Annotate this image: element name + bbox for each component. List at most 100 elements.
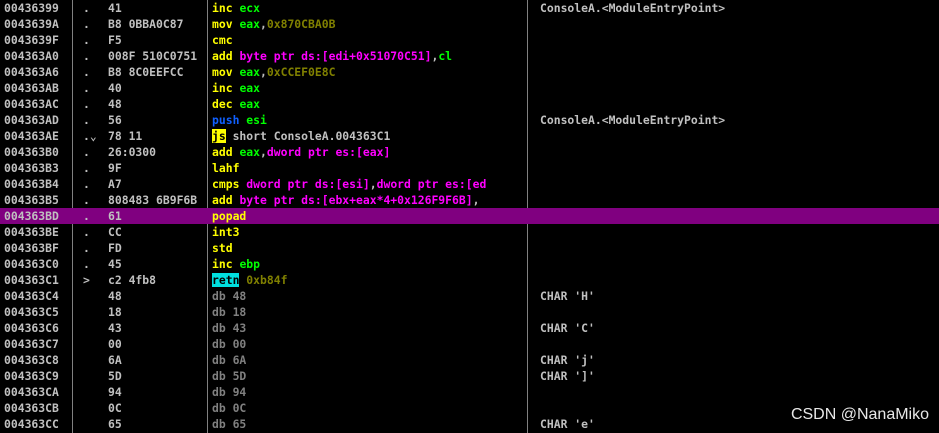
disassembly-row[interactable]: 00436399. 41 inc ecx ConsoleA.<ModuleEntryP…	[0, 0, 939, 16]
disassembly-row[interactable]: 004363BE. CC int3	[0, 224, 939, 240]
operand: ,	[260, 145, 267, 159]
hex-bytes-cell: 0C	[108, 401, 122, 415]
hex-bytes-cell: 18	[108, 305, 122, 319]
jump-marker: .	[83, 193, 90, 207]
disassembly-row[interactable]: 004363B5. 808483 6B9F6B add byte ptr ds:[e…	[0, 192, 939, 208]
mnemonic: popad	[212, 209, 247, 223]
operand: short ConsoleA.004363C1	[232, 129, 391, 143]
comment-cell: CHAR 'H'	[540, 289, 595, 303]
hex-bytes-cell: 61	[108, 209, 122, 223]
hex-bytes-cell: B8 0BBA0C87	[108, 17, 184, 31]
mnemonic: cmps	[212, 177, 240, 191]
hex-bytes-cell: 808483 6B9F6B	[108, 193, 198, 207]
disassembly-row[interactable]: 004363B0. 26:0300 add eax,dword ptr es:[ea…	[0, 144, 939, 160]
disassembly-row[interactable]: 004363AB. 40 inc eax	[0, 80, 939, 96]
jump-marker: .	[83, 17, 90, 31]
address-cell: 004363A6	[4, 65, 59, 79]
disassembly-row[interactable]: 004363C4 48 db 48 CHAR 'H'	[0, 288, 939, 304]
disassembly-pane[interactable]: 00436399. 41 inc ecx ConsoleA.<ModuleEntryP…	[0, 0, 939, 433]
address-cell: 004363C4	[4, 289, 59, 303]
operand: ,	[260, 17, 267, 31]
address-cell: 004363AD	[4, 113, 59, 127]
operand-spacer	[226, 321, 233, 335]
hex-bytes-cell: 6A	[108, 353, 122, 367]
disassembly-row[interactable]: 004363C0. 45 inc ebp	[0, 256, 939, 272]
operand: eax	[239, 17, 261, 31]
disassembly-row-selected[interactable]: 004363BD. 61 popad	[0, 208, 939, 224]
operand: dword ptr es:[ed	[376, 177, 487, 191]
address-cell: 004363CC	[4, 417, 59, 431]
operand: 0xb84f	[246, 273, 288, 287]
mnemonic: db	[212, 385, 226, 399]
disassembly-row[interactable]: 004363C8 6A db 6A CHAR 'j'	[0, 352, 939, 368]
disassembly-cell: db 18	[212, 304, 527, 320]
disassembly-cell: popad	[212, 208, 527, 224]
operand: ,	[260, 65, 267, 79]
jump-marker: >	[83, 273, 90, 287]
address-cell: 004363BD	[4, 209, 59, 223]
operand: 0C	[232, 401, 247, 415]
disassembly-row[interactable]: 004363AD. 56 push esi ConsoleA.<ModuleEntry…	[0, 112, 939, 128]
disassembly-row[interactable]: 004363C1 > c2 4fb8 retn 0xb84f	[0, 272, 939, 288]
disassembly-row[interactable]: 004363A0. 008F 510C0751 add byte ptr ds:[e…	[0, 48, 939, 64]
disassembly-row[interactable]: 004363C5 18 db 18	[0, 304, 939, 320]
mnemonic: db	[212, 305, 226, 319]
address-cell: 004363CB	[4, 401, 59, 415]
disassembly-cell: std	[212, 240, 527, 256]
operand: ,	[369, 177, 377, 191]
disassembly-cell: add byte ptr ds:[edi+0x51070C51],cl	[212, 48, 527, 64]
disassembly-row[interactable]: 004363AE .⌄ 78 11 js short ConsoleA.004363C…	[0, 128, 939, 144]
jump-marker	[83, 416, 105, 432]
operand: ,	[472, 193, 480, 207]
hex-bytes-cell: 00	[108, 337, 122, 351]
hex-bytes-cell: 40	[108, 81, 122, 95]
jump-marker: .	[83, 177, 90, 191]
hex-bytes-cell: 008F 510C0751	[108, 49, 198, 63]
operand: ebp	[239, 257, 261, 271]
hex-bytes-cell: 5D	[108, 369, 122, 383]
operand: dword ptr ds:[esi]	[246, 177, 370, 191]
hex-bytes-cell: 9F	[108, 161, 122, 175]
mnemonic: mov	[212, 65, 233, 79]
jump-marker	[83, 336, 105, 352]
address-cell: 004363C0	[4, 257, 59, 271]
disassembly-row[interactable]: 004363CA 94 db 94	[0, 384, 939, 400]
comment-cell: CHAR ']'	[540, 369, 595, 383]
disassembly-row[interactable]: 004363B3. 9F lahf	[0, 160, 939, 176]
address-cell: 004363CA	[4, 385, 59, 399]
hex-bytes-cell: FD	[108, 241, 122, 255]
mnemonic: add	[212, 145, 233, 159]
disassembly-row[interactable]: 004363C7 00 db 00	[0, 336, 939, 352]
disassembly-cell: db 0C	[212, 400, 527, 416]
jump-marker	[83, 368, 105, 384]
disassembly-row[interactable]: 004363AC. 48 dec eax	[0, 96, 939, 112]
mnemonic: dec	[212, 97, 233, 111]
disassembly-row[interactable]: 004363C6 43 db 43 CHAR 'C'	[0, 320, 939, 336]
disassembly-cell: lahf	[212, 160, 527, 176]
disassembly-cell: cmc	[212, 32, 527, 48]
disassembly-row[interactable]: 0043639A. B8 0BBA0C87 mov eax,0x870CBA0B	[0, 16, 939, 32]
disassembly-row[interactable]: 004363C9 5D db 5D CHAR ']'	[0, 368, 939, 384]
comment-cell	[540, 96, 930, 112]
operand: 18	[232, 305, 247, 319]
mnemonic: inc	[212, 81, 233, 95]
comment-cell	[540, 160, 930, 176]
operand: 0xCCEF0E8C	[266, 65, 336, 79]
disassembly-row[interactable]: 004363B4. A7 cmps dword ptr ds:[esi],dword…	[0, 176, 939, 192]
mnemonic: db	[212, 289, 226, 303]
mnemonic: mov	[212, 17, 233, 31]
disassembly-cell: js short ConsoleA.004363C1	[212, 128, 527, 144]
jump-marker: .	[83, 65, 90, 79]
disassembly-cell: add eax,dword ptr es:[eax]	[212, 144, 527, 160]
disassembly-cell: add byte ptr ds:[ebx+eax*4+0x126F9F6B],	[212, 192, 527, 208]
hex-bytes-cell: 56	[108, 113, 122, 127]
disassembly-cell: db 00	[212, 336, 527, 352]
disassembly-row[interactable]: 0043639F. F5 cmc	[0, 32, 939, 48]
comment-cell	[540, 336, 930, 352]
disassembly-row[interactable]: 004363A6. B8 8C0EEFCC mov eax,0xCCEF0E8C	[0, 64, 939, 80]
mnemonic: js	[212, 129, 226, 143]
disassembly-row[interactable]: 004363BF. FD std	[0, 240, 939, 256]
jump-marker: .	[83, 113, 90, 127]
operand-spacer	[226, 385, 233, 399]
operand: eax	[239, 97, 261, 111]
